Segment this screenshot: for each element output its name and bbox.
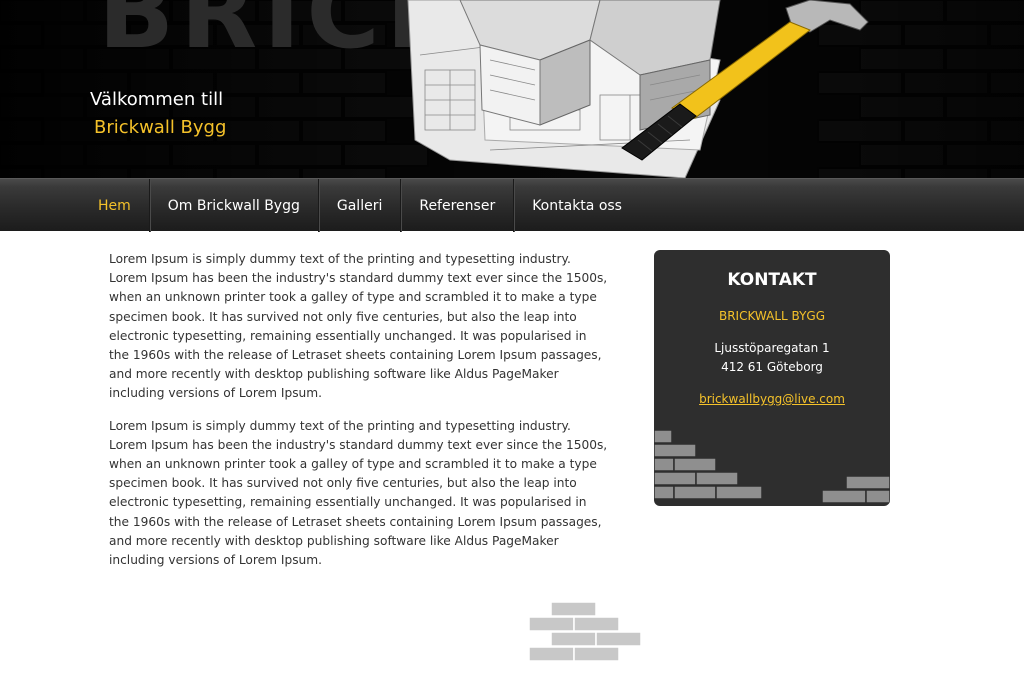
- nav-item-om-brickwall-bygg[interactable]: Om Brickwall Bygg: [148, 179, 318, 232]
- contact-title: KONTAKT: [727, 270, 817, 290]
- nav-item-hem[interactable]: Hem: [80, 179, 149, 232]
- bricks-icon: [654, 430, 763, 500]
- bricks-icon: [821, 475, 890, 504]
- nav-item-referenser[interactable]: Referenser: [400, 179, 513, 232]
- main-navigation: Hem Om Brickwall Bygg Galleri Referenser…: [0, 178, 1024, 232]
- nav-item-galleri[interactable]: Galleri: [317, 179, 400, 232]
- content-paragraph: Lorem Ipsum is simply dummy text of the …: [109, 418, 608, 568]
- blueprint-hammer-illustration: [407, 0, 869, 178]
- content-paragraph: Lorem Ipsum is simply dummy text of the …: [109, 252, 608, 401]
- contact-city: 412 61 Göteborg: [721, 360, 823, 374]
- contact-box: KONTAKT BRICKWALL BYGG Ljusstöparegatan …: [654, 250, 890, 506]
- bricks-icon: [529, 602, 641, 662]
- contact-company: BRICKWALL BYGG: [718, 309, 826, 323]
- welcome-text: Välkommen till: [90, 89, 224, 110]
- contact-email-link[interactable]: brickwallbygg@live.com: [654, 392, 890, 406]
- nav-list: Hem Om Brickwall Bygg Galleri Referenser…: [80, 179, 640, 232]
- main-content: Lorem Ipsum is simply dummy text of the …: [109, 250, 609, 583]
- site-header: BRICK Välkommen till Brickwall Bygg: [0, 0, 1024, 178]
- contact-street: Ljusstöparegatan 1: [714, 341, 830, 355]
- brand-name: Brickwall Bygg: [94, 117, 227, 138]
- nav-item-kontakta-oss[interactable]: Kontakta oss: [513, 179, 640, 232]
